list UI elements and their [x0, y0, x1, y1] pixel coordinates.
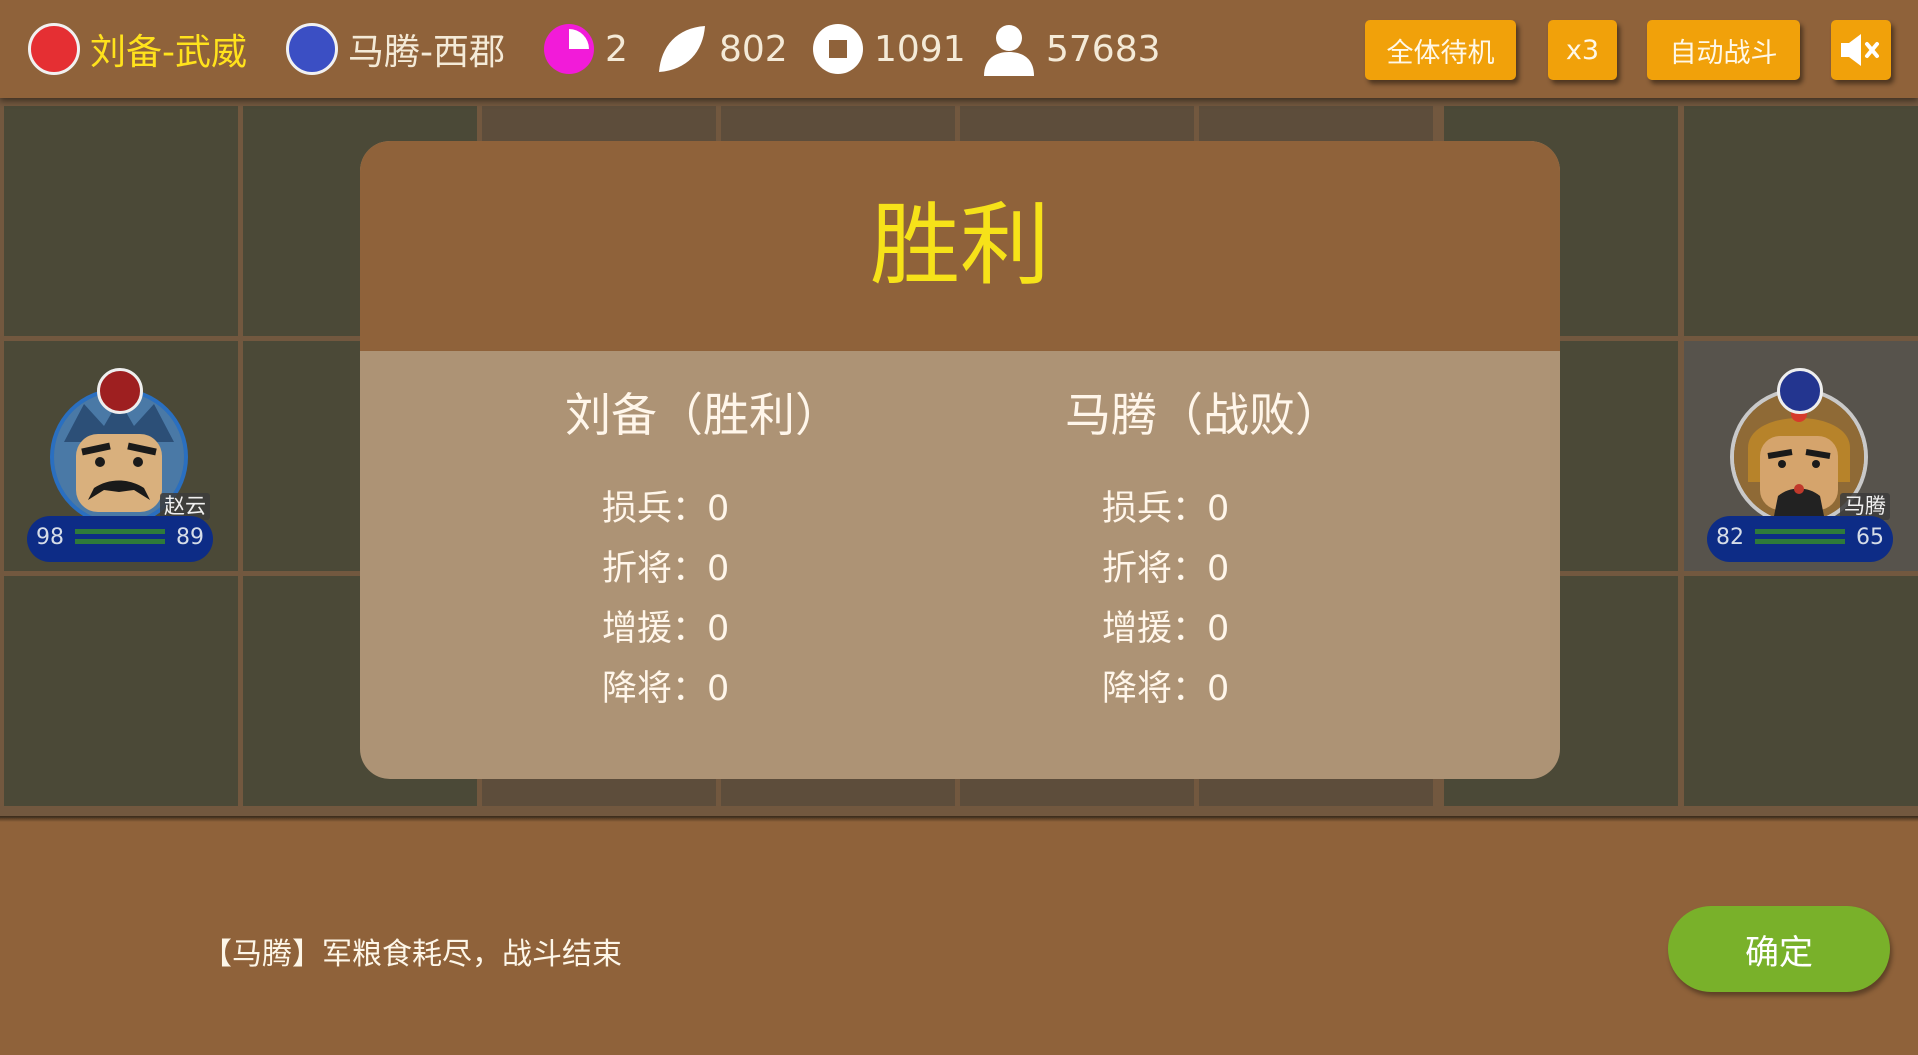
sound-toggle-button[interactable]: [1831, 20, 1891, 80]
left-stat-value: 0: [707, 549, 730, 589]
enemy-unit-bar-top: [1755, 529, 1845, 534]
result-title: 胜利: [870, 193, 1050, 298]
player-faction-color-icon: [28, 23, 80, 75]
board-shadow: [0, 816, 1918, 822]
right-stat-row: 损兵：0: [1102, 487, 1229, 531]
gold-value: 1091: [874, 28, 966, 70]
left-stat-row: 损兵：0: [602, 487, 729, 531]
player-faction: 刘备-武威: [28, 20, 247, 78]
right-stat-row: 折将：0: [1102, 547, 1229, 591]
enemy-unit-bar-bottom: [1755, 539, 1845, 544]
left-side-name: 刘备（胜利）: [565, 388, 841, 442]
grid-cell[interactable]: [1684, 106, 1918, 336]
battle-result-dialog: 胜利 刘备（胜利） 马腾（战败） 损兵：0 折将：0 增援：0 降将：0 损兵：…: [360, 141, 1560, 779]
player-unit[interactable]: 赵云 98 89: [0, 348, 240, 568]
enemy-unit[interactable]: 马腾 82 65: [1680, 348, 1918, 568]
player-unit-flag: [97, 368, 143, 414]
turn-stat: 2: [543, 20, 628, 78]
right-stat-row: 增援：0: [1102, 607, 1229, 651]
grid-cell[interactable]: [1684, 576, 1918, 806]
left-stat-label: 折将：: [602, 549, 708, 589]
enemy-unit-flag: [1777, 368, 1823, 414]
left-stat-value: 0: [707, 489, 730, 529]
player-unit-bar-bottom: [75, 539, 165, 544]
person-icon: [984, 25, 1034, 76]
right-stat-label: 折将：: [1102, 549, 1208, 589]
game-screen: 刘备-武威 马腾-西郡 2 802 1091 57683 全体待机 x3 自动战…: [0, 0, 1918, 1055]
right-stat-label: 增援：: [1102, 609, 1208, 649]
right-side-name: 马腾（战败）: [1065, 388, 1341, 442]
leaf-icon: [659, 26, 705, 72]
player-faction-label: 刘备-武威: [90, 32, 247, 73]
right-stat-value: 0: [1207, 609, 1230, 649]
battle-message: 【马腾】军粮食耗尽，战斗结束: [202, 937, 622, 972]
left-stat-label: 降将：: [602, 669, 708, 709]
confirm-button[interactable]: 确定: [1668, 906, 1890, 992]
player-unit-left-value: 98: [36, 525, 64, 550]
left-stat-row: 折将：0: [602, 547, 729, 591]
left-stat-row: 降将：0: [602, 667, 729, 711]
left-stat-row: 增援：0: [602, 607, 729, 651]
enemy-faction: 马腾-西郡: [286, 20, 505, 78]
speaker-muted-icon: [1841, 34, 1879, 66]
turn-value: 2: [605, 28, 628, 70]
top-bar: 刘备-武威 马腾-西郡 2 802 1091 57683 全体待机 x3 自动战…: [0, 0, 1918, 98]
right-stat-value: 0: [1207, 489, 1230, 529]
right-stat-row: 降将：0: [1102, 667, 1229, 711]
left-stat-value: 0: [707, 669, 730, 709]
grid-cell[interactable]: [4, 576, 238, 806]
standby-all-button[interactable]: 全体待机: [1365, 20, 1516, 80]
player-unit-bar-top: [75, 529, 165, 534]
gold-stat: 1091: [812, 20, 966, 78]
food-value: 802: [719, 28, 788, 70]
left-stat-label: 损兵：: [602, 489, 708, 529]
turn-pie-icon: [544, 24, 594, 74]
player-unit-right-value: 89: [176, 525, 204, 550]
enemy-faction-color-icon: [286, 23, 338, 75]
troops-stat: 57683: [982, 20, 1161, 78]
right-stat-label: 损兵：: [1102, 489, 1208, 529]
food-stat: 802: [655, 20, 788, 78]
left-stat-label: 增援：: [602, 609, 708, 649]
troops-value: 57683: [1046, 28, 1161, 70]
right-stat-value: 0: [1207, 549, 1230, 589]
right-stat-label: 降将：: [1102, 669, 1208, 709]
enemy-unit-left-value: 82: [1716, 525, 1744, 550]
player-unit-status-bar: 98 89: [27, 516, 213, 562]
enemy-unit-right-value: 65: [1856, 525, 1884, 550]
auto-battle-button[interactable]: 自动战斗: [1647, 20, 1800, 80]
right-stat-value: 0: [1207, 669, 1230, 709]
left-stat-value: 0: [707, 609, 730, 649]
coin-icon: [813, 24, 863, 74]
enemy-unit-status-bar: 82 65: [1707, 516, 1893, 562]
enemy-faction-label: 马腾-西郡: [348, 32, 505, 73]
speed-button[interactable]: x3: [1548, 20, 1617, 80]
grid-cell[interactable]: [4, 106, 238, 336]
